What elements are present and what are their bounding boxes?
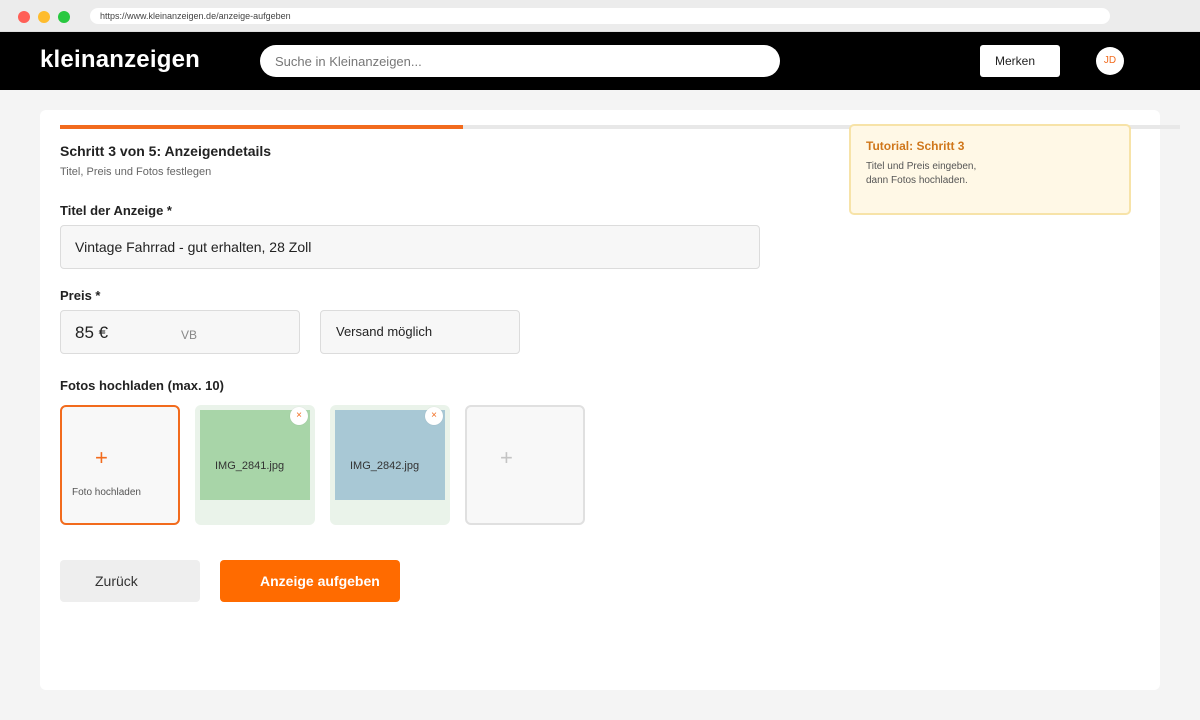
shipping-option[interactable]: Versand möglich (320, 310, 520, 354)
title-label: Titel der Anzeige * (60, 203, 172, 218)
maximize-window-dot[interactable] (58, 11, 70, 23)
photo-thumbnail[interactable]: IMG_2842.jpg × (330, 405, 450, 525)
tutorial-title: Tutorial: Schritt 3 (866, 139, 965, 153)
search-input[interactable] (260, 45, 780, 77)
vb-option[interactable]: VB (181, 328, 197, 342)
remove-photo-icon[interactable]: × (290, 407, 308, 425)
price-field[interactable]: 85 € VB (60, 310, 300, 354)
photos-label: Fotos hochladen (max. 10) (60, 378, 224, 393)
address-bar[interactable]: https://www.kleinanzeigen.de/anzeige-auf… (90, 8, 1110, 24)
browser-chrome: https://www.kleinanzeigen.de/anzeige-auf… (0, 0, 1200, 32)
tutorial-text: dann Fotos hochladen. (866, 175, 968, 186)
price-label: Preis * (60, 288, 101, 303)
minimize-window-dot[interactable] (38, 11, 50, 23)
photo-thumbnail[interactable]: IMG_2841.jpg × (195, 405, 315, 525)
price-value: 85 € (75, 323, 109, 342)
tutorial-box: Tutorial: Schritt 3 Titel und Preis eing… (849, 124, 1131, 215)
user-avatar[interactable]: JD (1096, 47, 1124, 75)
progress-bar-fill (60, 125, 464, 129)
back-button[interactable]: Zurück (60, 560, 200, 602)
submit-ad-button[interactable]: Anzeige aufgeben (220, 560, 400, 602)
photo-filename: IMG_2841.jpg (215, 460, 285, 472)
upload-caption: Foto hochladen (72, 487, 141, 498)
tutorial-text: Titel und Preis eingeben, (866, 161, 977, 172)
title-field[interactable]: Vintage Fahrrad - gut erhalten, 28 Zoll (60, 225, 760, 269)
step-subtitle: Titel, Preis und Fotos festlegen (60, 166, 212, 178)
close-window-dot[interactable] (18, 11, 30, 23)
step-title: Schritt 3 von 5: Anzeigendetails (60, 143, 272, 159)
plus-icon: + (95, 445, 108, 470)
remove-photo-icon[interactable]: × (425, 407, 443, 425)
site-header: kleinanzeigen Merken JD (0, 32, 1200, 90)
photo-filename: IMG_2842.jpg (350, 460, 420, 472)
merken-button[interactable]: Merken (980, 45, 1060, 77)
empty-photo-slot[interactable]: + (465, 405, 585, 525)
site-logo[interactable]: kleinanzeigen (40, 46, 200, 74)
photo-upload-button[interactable]: + Foto hochladen (60, 405, 180, 525)
plus-icon: + (500, 445, 513, 470)
